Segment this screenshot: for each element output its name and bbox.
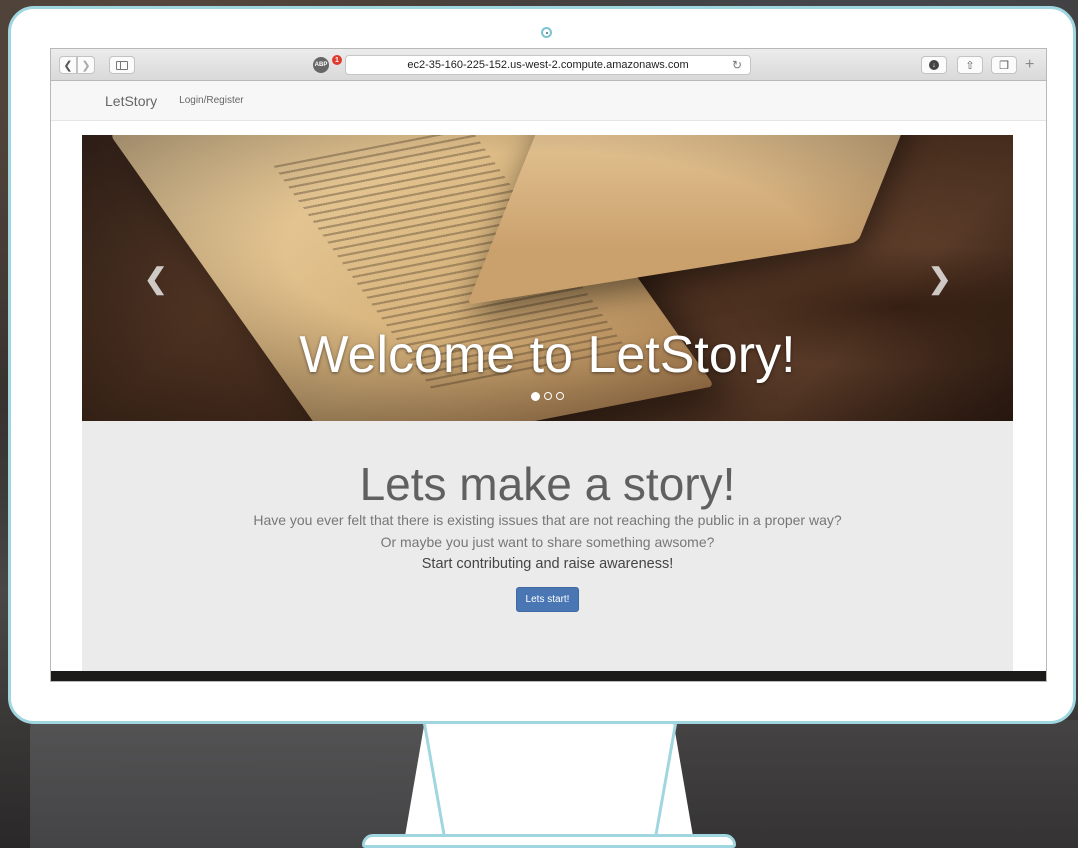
carousel-indicator-1[interactable] (531, 392, 540, 401)
jumbotron-title: Lets make a story! (359, 458, 736, 510)
carousel-indicator-3[interactable] (556, 392, 564, 400)
reload-icon[interactable]: ↻ (732, 58, 742, 72)
jumbotron-line-3: Start contributing and raise awareness! (421, 556, 674, 572)
sidebar-icon (116, 60, 128, 70)
hero-carousel: ❮ ❯ Welcome to LetStory! (82, 135, 1013, 421)
adblock-icon[interactable]: ABP (313, 57, 329, 73)
url-text: ec2-35-160-225-152.us-west-2.compute.ama… (407, 59, 689, 71)
site-brand[interactable]: LetStory (105, 93, 157, 109)
plus-icon[interactable]: + (1025, 57, 1034, 73)
adblock-label: ABP (314, 62, 328, 68)
download-icon: ↓ (929, 60, 939, 70)
browser-window: ❮ ❯ ABP 1 ec2-35-160-225-152.us-west-2.c… (50, 48, 1047, 682)
downloads-button[interactable]: ↓ (921, 56, 947, 74)
jumbotron-line-1: Have you ever felt that there is existin… (253, 512, 842, 528)
adblock-count: 1 (335, 56, 339, 64)
forward-button[interactable]: ❯ (77, 56, 95, 74)
show-tabs-button[interactable]: ❐ (991, 56, 1017, 74)
carousel-prev-button[interactable]: ❮ (144, 265, 167, 293)
carousel-indicator-2[interactable] (544, 392, 552, 400)
back-button[interactable]: ❮ (59, 56, 77, 74)
site-navbar: LetStory Login/Register (51, 81, 1046, 121)
background-object (658, 720, 1078, 848)
chevron-right-icon: ❯ (928, 263, 952, 294)
chevron-left-icon: ❮ (144, 263, 168, 294)
carousel-next-button[interactable]: ❯ (928, 265, 951, 293)
carousel-caption: Welcome to LetStory! (299, 326, 796, 384)
monitor-base (362, 834, 736, 848)
page-footer-strip (51, 671, 1046, 681)
monitor-stand (404, 724, 694, 842)
sidebar-toggle-button[interactable] (109, 56, 135, 74)
tabs-icon: ❐ (999, 59, 1009, 72)
share-icon: ⇧ (965, 59, 975, 72)
adblock-count-badge: 1 (332, 55, 342, 65)
camera-icon (541, 27, 552, 38)
chevron-right-icon: ❯ (81, 59, 91, 72)
nav-login-register[interactable]: Login/Register (179, 95, 243, 106)
carousel-indicators (531, 392, 564, 401)
browser-toolbar: ❮ ❯ ABP 1 ec2-35-160-225-152.us-west-2.c… (51, 49, 1046, 81)
share-button[interactable]: ⇧ (957, 56, 983, 74)
lets-start-button[interactable]: Lets start! (515, 587, 580, 612)
jumbotron: Lets make a story! Have you ever felt th… (82, 421, 1013, 677)
address-bar[interactable]: ec2-35-160-225-152.us-west-2.compute.ama… (345, 55, 751, 75)
jumbotron-line-2: Or maybe you just want to share somethin… (380, 534, 715, 550)
chevron-left-icon: ❮ (63, 59, 73, 72)
